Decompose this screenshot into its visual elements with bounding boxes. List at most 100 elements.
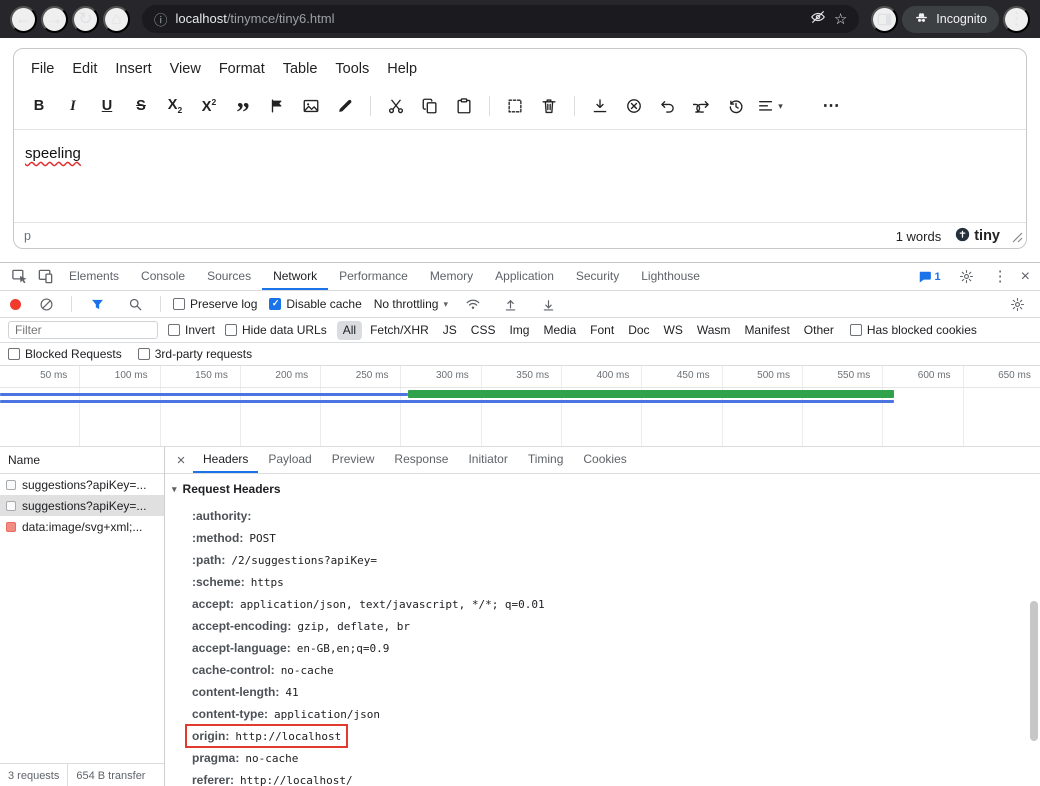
italic-button[interactable]: I (58, 91, 88, 121)
resize-grip-icon[interactable] (1012, 232, 1023, 246)
type-filter-wasm[interactable]: Wasm (691, 321, 737, 340)
type-filter-css[interactable]: CSS (465, 321, 502, 340)
disable-cache-checkbox[interactable]: Disable cache (269, 297, 361, 311)
filter-input[interactable] (8, 321, 158, 339)
details-tab-timing[interactable]: Timing (518, 447, 574, 473)
type-filter-ws[interactable]: WS (658, 321, 689, 340)
word-count[interactable]: 1 words (896, 229, 942, 244)
preserve-log-checkbox[interactable]: Preserve log (173, 297, 257, 311)
devtools-close-icon[interactable]: × (1021, 269, 1030, 285)
refresh-icon[interactable]: ↻ (72, 6, 99, 33)
devtools-tab-application[interactable]: Application (484, 263, 565, 290)
request-headers-section[interactable]: ▾ Request Headers (172, 482, 281, 496)
back-icon[interactable]: ← (10, 6, 37, 33)
type-filter-doc[interactable]: Doc (622, 321, 655, 340)
url-bar[interactable]: ⓘ localhost/tinymce/tiny6.html ☆ (142, 5, 859, 33)
export-button[interactable] (585, 91, 615, 121)
inspect-icon[interactable] (6, 263, 32, 290)
clear-icon[interactable] (33, 297, 59, 312)
request-row-data-image-svg-xml[interactable]: data:image/svg+xml;... (0, 516, 164, 537)
menu-item-format[interactable]: Format (210, 59, 274, 79)
devtools-tab-lighthouse[interactable]: Lighthouse (630, 263, 711, 290)
menu-item-help[interactable]: Help (378, 59, 426, 79)
details-tab-cookies[interactable]: Cookies (573, 447, 636, 473)
close-details-icon[interactable]: × (169, 447, 193, 473)
home-icon[interactable]: ⌂ (103, 6, 130, 33)
type-filter-all[interactable]: All (337, 321, 362, 340)
underline-button[interactable]: U (92, 91, 122, 121)
tiny-logo[interactable]: tiny (955, 227, 1000, 246)
side-panel-icon[interactable] (871, 6, 898, 33)
gear-icon[interactable] (954, 269, 980, 284)
align-button[interactable]: ▾ (755, 91, 785, 121)
menu-item-table[interactable]: Table (274, 59, 327, 79)
network-settings-gear-icon[interactable] (1004, 297, 1030, 312)
paste-button[interactable] (449, 91, 479, 121)
superscript-button[interactable]: X2 (194, 91, 224, 121)
request-row-suggestions-apikey[interactable]: suggestions?apiKey=... (0, 474, 164, 495)
type-filter-img[interactable]: Img (503, 321, 535, 340)
image-button[interactable] (296, 91, 326, 121)
details-tab-initiator[interactable]: Initiator (458, 447, 517, 473)
type-filter-font[interactable]: Font (584, 321, 620, 340)
blockquote-button[interactable]: ” (228, 91, 258, 121)
restore-draft-button[interactable] (721, 91, 751, 121)
select-all-button[interactable] (500, 91, 530, 121)
devtools-tab-network[interactable]: Network (262, 263, 328, 290)
redo-button[interactable] (687, 91, 717, 121)
type-filter-media[interactable]: Media (537, 321, 582, 340)
import-har-icon[interactable] (498, 297, 524, 312)
export-har-icon[interactable] (536, 297, 562, 312)
menu-item-tools[interactable]: Tools (326, 59, 378, 79)
scrollbar-thumb[interactable] (1030, 601, 1038, 741)
hide-data-urls-checkbox[interactable]: Hide data URLs (225, 323, 327, 337)
has-blocked-cookies-checkbox[interactable]: Has blocked cookies (850, 323, 977, 337)
strikethrough-button[interactable]: S (126, 91, 156, 121)
network-conditions-icon[interactable] (460, 296, 486, 312)
invert-checkbox[interactable]: Invert (168, 323, 215, 337)
info-icon[interactable]: ⓘ (154, 9, 168, 29)
bold-button[interactable]: B (24, 91, 54, 121)
details-tab-response[interactable]: Response (384, 447, 458, 473)
device-toolbar-icon[interactable] (32, 263, 58, 290)
search-icon[interactable] (122, 297, 148, 312)
more-button[interactable]: ⋯ (817, 91, 847, 121)
details-tab-headers[interactable]: Headers (193, 447, 258, 473)
format-painter-button[interactable] (262, 91, 292, 121)
menu-item-file[interactable]: File (22, 59, 63, 79)
devtools-tab-elements[interactable]: Elements (58, 263, 130, 290)
filter-icon[interactable] (84, 297, 110, 312)
throttling-select[interactable]: No throttling▾ (374, 297, 448, 311)
undo-button[interactable] (653, 91, 683, 121)
menu-item-insert[interactable]: Insert (106, 59, 160, 79)
details-tab-payload[interactable]: Payload (258, 447, 321, 473)
type-filter-other[interactable]: Other (798, 321, 840, 340)
subscript-button[interactable]: X2 (160, 91, 190, 121)
element-path[interactable]: p (24, 229, 31, 243)
issues-icon[interactable]: 1 (918, 270, 941, 284)
forward-icon[interactable]: → (41, 6, 68, 33)
devtools-tab-security[interactable]: Security (565, 263, 630, 290)
devtools-tab-memory[interactable]: Memory (419, 263, 484, 290)
details-tab-preview[interactable]: Preview (322, 447, 385, 473)
name-column-header[interactable]: Name (0, 447, 164, 474)
type-filter-js[interactable]: JS (437, 321, 463, 340)
menu-item-view[interactable]: View (161, 59, 210, 79)
blocked-requests-checkbox[interactable]: Blocked Requests (8, 347, 122, 361)
request-row-suggestions-apikey[interactable]: suggestions?apiKey=... (0, 495, 164, 516)
star-icon[interactable]: ☆ (834, 10, 847, 28)
permanent-pen-button[interactable] (330, 91, 360, 121)
devtools-menu-icon[interactable]: ⋮ (993, 269, 1008, 284)
devtools-tab-performance[interactable]: Performance (328, 263, 419, 290)
devtools-tab-console[interactable]: Console (130, 263, 196, 290)
cancel-button[interactable] (619, 91, 649, 121)
menu-item-edit[interactable]: Edit (63, 59, 106, 79)
cut-button[interactable] (381, 91, 411, 121)
record-icon[interactable] (10, 299, 21, 310)
delete-button[interactable] (534, 91, 564, 121)
copy-button[interactable] (415, 91, 445, 121)
eye-off-icon[interactable] (810, 9, 826, 30)
editor-content[interactable]: speeling (14, 130, 1026, 222)
third-party-requests-checkbox[interactable]: 3rd-party requests (138, 347, 252, 361)
browser-menu-icon[interactable]: ⋮ (1003, 6, 1030, 33)
